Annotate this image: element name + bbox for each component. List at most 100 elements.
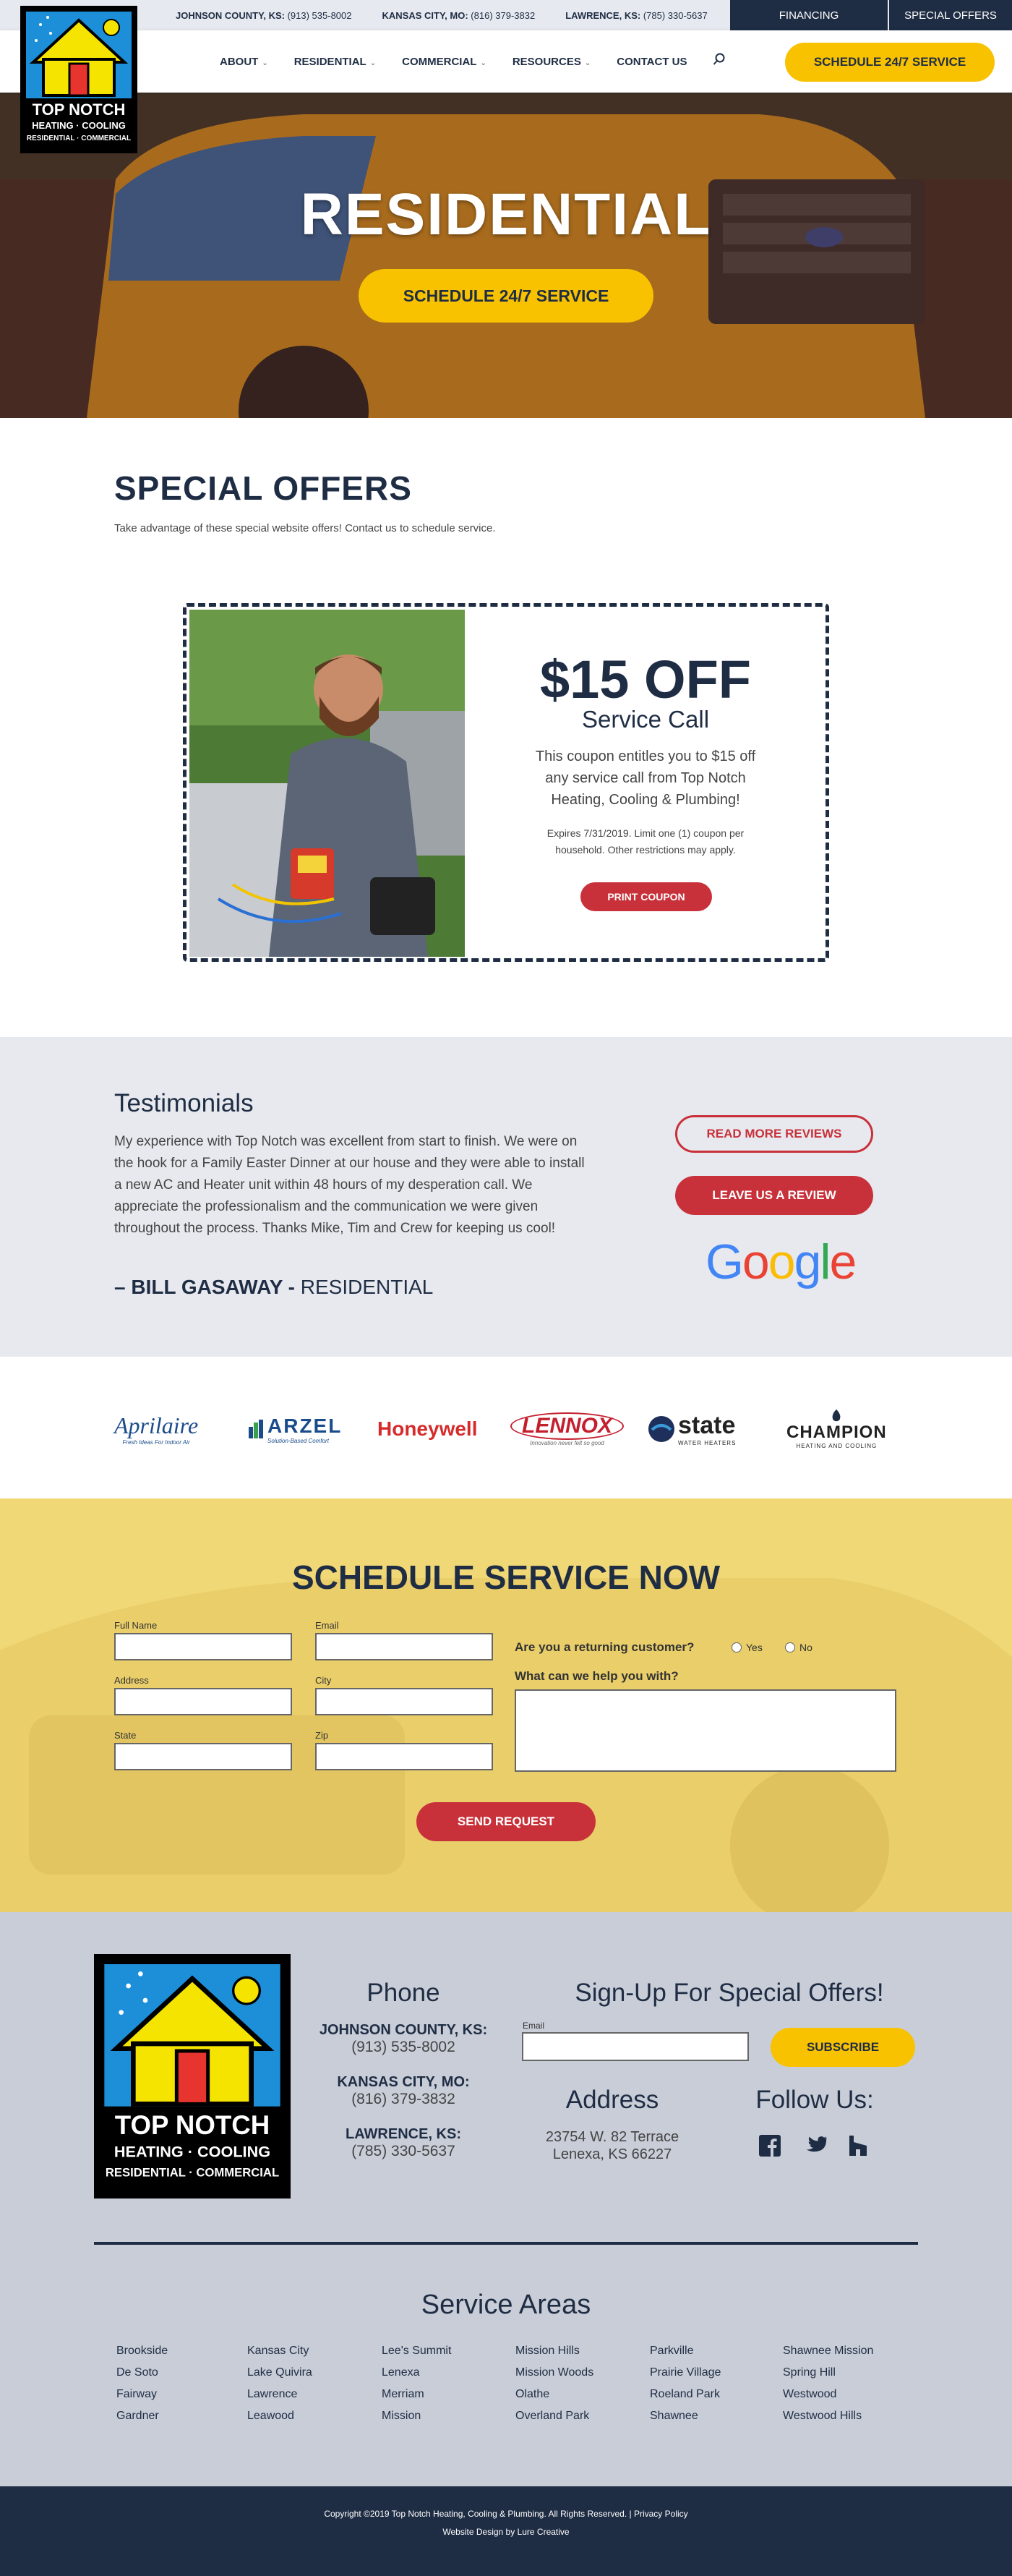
main-header: ABOUT ⌄ RESIDENTIAL ⌄ COMMERCIAL ⌄ RESOURCE… [0,30,1012,93]
chevron-down-icon: ⌄ [584,59,591,67]
footer-phone-kc[interactable]: KANSAS CITY, MO: (816) 379-3832 [314,2074,493,2108]
zip-input[interactable] [315,1743,493,1770]
help-question: What can we help you with? [515,1669,679,1683]
service-area-link[interactable]: Gardner [116,2410,246,2431]
logo-text-3: RESIDENTIAL · COMMERCIAL [27,135,131,142]
service-area-link[interactable]: Lee's Summit [382,2345,512,2366]
chevron-down-icon: ⌄ [480,59,486,67]
service-area-link[interactable]: Olathe [515,2388,646,2410]
leave-review-button[interactable]: LEAVE US A REVIEW [675,1176,873,1215]
footer-logo-house-icon: TOP NOTCH HEATING · COOLING RESIDENTIAL … [104,1964,280,2179]
zip-label: Zip [315,1730,329,1741]
schedule-service-section: SCHEDULE SERVICE NOW Full Name Email Add… [0,1498,1012,1912]
coupon-details: $15 OFF Service Call This coupon entitle… [465,607,826,958]
service-areas-column-2: Kansas City Lake Quivira Lawrence Leawoo… [247,2345,377,2431]
testimonials-title: Testimonials [114,1089,254,1117]
brand-logos: Aprilaire Fresh Ideas For Indoor Air ARZ… [0,1357,1012,1498]
service-area-link[interactable]: Lenexa [382,2366,512,2388]
testimonial-text: My experience with Top Notch was excelle… [114,1134,585,1236]
facebook-icon[interactable] [758,2133,782,2158]
footer-divider [94,2242,918,2245]
service-area-link[interactable]: Westwood Hills [783,2410,913,2431]
site-footer: TOP NOTCH HEATING · COOLING RESIDENTIAL … [0,1912,1012,2486]
service-area-link[interactable]: Mission Woods [515,2366,646,2388]
top-phone-johnson[interactable]: JOHNSON COUNTY, KS: (913) 535-8002 [176,10,352,21]
hero-schedule-button[interactable]: SCHEDULE 24/7 SERVICE [359,269,653,323]
email-input[interactable] [315,1633,493,1660]
service-area-link[interactable]: Overland Park [515,2410,646,2431]
footer-phone-lawrence[interactable]: LAWRENCE, KS: (785) 330-5637 [314,2126,493,2160]
footer-logo-text-1: TOP NOTCH [115,2110,270,2140]
coupon-fine-print: Expires 7/31/2019. Limit one (1) coupon … [546,827,745,856]
financing-button[interactable]: FINANCING [730,0,888,30]
twitter-icon[interactable] [802,2133,827,2158]
copyright-text[interactable]: Copyright ©2019 Top Notch Heating, Cooli… [0,2509,1012,2519]
service-area-link[interactable]: Shawnee [650,2410,780,2431]
returning-customer-question: Are you a returning customer? [515,1640,695,1654]
honeywell-logo: Honeywell [377,1417,478,1440]
email-label: Email [315,1620,339,1631]
arzel-logo: ARZEL Solution-Based Comfort [249,1409,342,1449]
service-area-link[interactable]: Merriam [382,2388,512,2410]
footer-logo-text-2: HEATING · COOLING [114,2143,270,2161]
logo-text-1: TOP NOTCH [33,101,126,119]
service-areas-column-3: Lee's Summit Lenexa Merriam Mission [382,2345,512,2431]
returning-no-radio[interactable]: No [785,1642,812,1653]
print-coupon-button[interactable]: PRINT COUPON [580,882,712,911]
service-area-link[interactable]: Lake Quivira [247,2366,377,2388]
service-area-link[interactable]: Brookside [116,2345,246,2366]
service-area-link[interactable]: Lawrence [247,2388,377,2410]
site-logo[interactable]: TOP NOTCH HEATING · COOLING RESIDENTIAL … [20,6,137,153]
houzz-icon[interactable] [846,2133,870,2158]
nav-about[interactable]: ABOUT ⌄ [220,56,268,68]
service-area-link[interactable]: Roeland Park [650,2388,780,2410]
google-logo[interactable]: Google [706,1234,857,1290]
state-input[interactable] [114,1743,292,1770]
help-textarea[interactable] [515,1689,896,1772]
service-areas-column-4: Mission Hills Mission Woods Olathe Overl… [515,2345,646,2431]
design-credit[interactable]: Website Design by Lure Creative [0,2527,1012,2537]
state-label: State [114,1730,137,1741]
nav-residential[interactable]: RESIDENTIAL ⌄ [294,56,376,68]
service-area-link[interactable]: Kansas City [247,2345,377,2366]
nav-commercial[interactable]: COMMERCIAL ⌄ [402,56,486,68]
service-area-link[interactable]: Fairway [116,2388,246,2410]
special-offers-title: SPECIAL OFFERS [114,469,412,507]
hero-title: RESIDENTIAL [300,182,712,247]
top-phone-lawrence[interactable]: LAWRENCE, KS: (785) 330-5637 [565,10,708,21]
full-name-input[interactable] [114,1633,292,1660]
send-request-button[interactable]: SEND REQUEST [416,1802,596,1841]
nav-resources[interactable]: RESOURCES ⌄ [513,56,591,68]
address-label: Address [114,1675,149,1686]
service-area-link[interactable]: De Soto [116,2366,246,2388]
service-area-link[interactable]: Shawnee Mission [783,2345,913,2366]
address-input[interactable] [114,1688,292,1715]
city-input[interactable] [315,1688,493,1715]
service-area-link[interactable]: Spring Hill [783,2366,913,2388]
full-name-label: Full Name [114,1620,158,1631]
subscribe-button[interactable]: SUBSCRIBE [771,2028,915,2067]
aprilaire-logo: Aprilaire Fresh Ideas For Indoor Air [114,1412,199,1446]
service-area-link[interactable]: Westwood [783,2388,913,2410]
service-area-link[interactable]: Prairie Village [650,2366,780,2388]
nav-contact-us[interactable]: CONTACT US [617,56,687,68]
service-area-link[interactable]: Parkville [650,2345,780,2366]
service-area-link[interactable]: Mission [382,2410,512,2431]
service-area-link[interactable]: Leawood [247,2410,377,2431]
signup-email-input[interactable] [522,2032,749,2061]
top-phone-kc[interactable]: KANSAS CITY, MO: (816) 379-3832 [382,10,536,21]
read-more-reviews-button[interactable]: READ MORE REVIEWS [675,1115,873,1153]
top-bar: JOHNSON COUNTY, KS: (913) 535-8002 KANSA… [0,0,1012,30]
chevron-down-icon: ⌄ [262,59,268,67]
returning-yes-radio[interactable]: Yes [732,1642,763,1653]
testimonials-section: Testimonials My experience with Top Notc… [0,1037,1012,1357]
logo-house-icon: TOP NOTCH HEATING · COOLING RESIDENTIAL … [26,12,132,142]
footer-phone-johnson[interactable]: JOHNSON COUNTY, KS: (913) 535-8002 [314,2022,493,2056]
copyright-bar: Copyright ©2019 Top Notch Heating, Cooli… [0,2486,1012,2576]
service-area-link[interactable]: Mission Hills [515,2345,646,2366]
header-schedule-button[interactable]: SCHEDULE 24/7 SERVICE [785,43,995,82]
footer-logo[interactable]: TOP NOTCH HEATING · COOLING RESIDENTIAL … [94,1954,291,2198]
search-icon[interactable] [713,53,726,70]
special-offers-button[interactable]: SPECIAL OFFERS [889,0,1012,30]
testimonial-author: – BILL GASAWAY - RESIDENTIAL [114,1276,434,1298]
